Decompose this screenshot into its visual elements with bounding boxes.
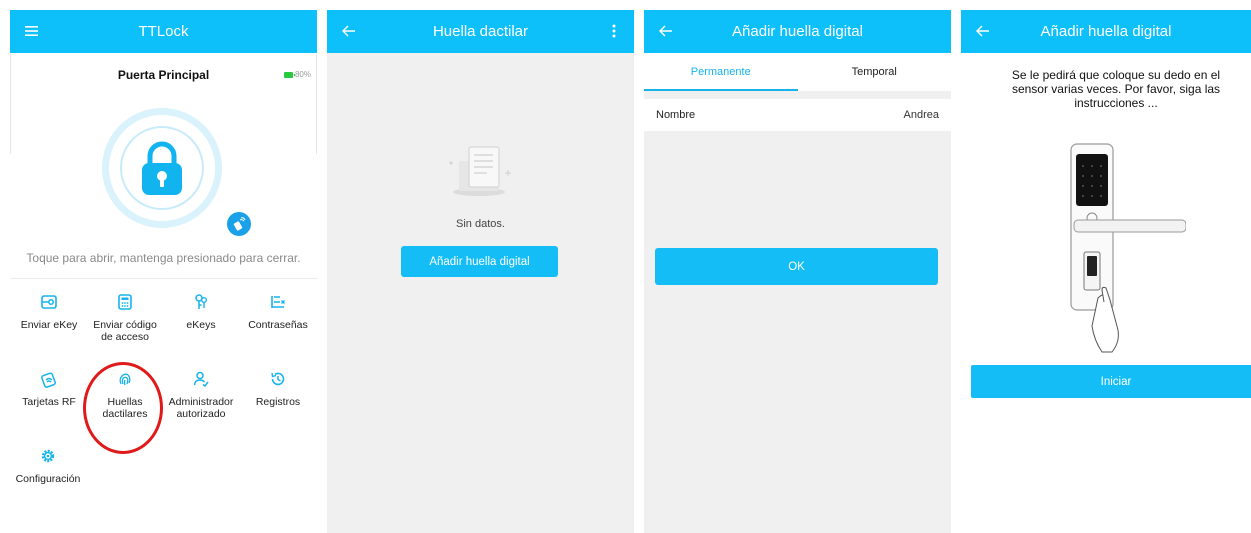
menu-passcodes-label: Contraseñas xyxy=(248,319,308,331)
fingerprint-instructions-screen: Añadir huella digital Se le pedirá que c… xyxy=(961,10,1251,533)
instructions-title: Añadir huella digital xyxy=(1040,23,1172,40)
name-value[interactable]: Andrea xyxy=(904,109,939,121)
menu-records[interactable]: Registros xyxy=(240,370,316,408)
more-vertical-icon[interactable] xyxy=(604,21,624,41)
menu-send-ekey-label: Enviar eKey xyxy=(20,319,78,331)
home-app-bar: TTLock xyxy=(10,10,317,53)
name-field[interactable]: Nombre Andrea xyxy=(644,99,951,131)
back-arrow-icon[interactable] xyxy=(339,21,359,41)
door-lock-illustration xyxy=(1070,143,1186,353)
menu-rf-cards-label: Tarjetas RF xyxy=(22,396,76,408)
lock-name: Puerta Principal xyxy=(117,68,210,82)
password-list-icon xyxy=(271,296,285,308)
fingerprint-list-screen: Huella dactilar Sin datos. Añadir huella… xyxy=(327,10,634,533)
unlock-hint: Toque para abrir, mantenga presionado pa… xyxy=(26,251,301,265)
empty-document-icon xyxy=(449,146,511,196)
name-label: Nombre xyxy=(656,109,696,121)
battery-icon xyxy=(283,71,295,78)
battery-level: 80% xyxy=(294,70,311,79)
menu-authorized-admin[interactable]: Administrador autorizado xyxy=(163,370,239,420)
menu-authorized-admin-label: Administrador autorizado xyxy=(168,396,234,420)
settings-gear-icon xyxy=(41,449,55,463)
tab-permanent[interactable]: Permanente xyxy=(644,53,798,91)
padlock-icon xyxy=(142,141,182,195)
menu-settings[interactable]: Configuración xyxy=(10,447,86,485)
keys-icon xyxy=(195,294,207,309)
fingerprint-list-app-bar: Huella dactilar xyxy=(327,10,634,53)
menu-records-label: Registros xyxy=(255,396,301,408)
menu-send-passcode-label: Enviar código de acceso xyxy=(93,319,157,343)
menu-passcodes[interactable]: Contraseñas xyxy=(240,293,316,331)
ok-button[interactable]: OK xyxy=(655,248,938,285)
tab-temporary[interactable]: Temporal xyxy=(798,53,952,91)
remote-key-icon xyxy=(233,217,246,231)
start-button[interactable]: Iniciar xyxy=(971,365,1251,398)
fingerprint-list-title: Huella dactilar xyxy=(432,23,529,40)
menu-settings-label: Configuración xyxy=(15,473,81,485)
validity-tabs: Permanente Temporal xyxy=(644,53,951,91)
hamburger-menu-icon[interactable] xyxy=(22,21,42,41)
divider xyxy=(10,278,317,279)
menu-ekeys[interactable]: eKeys xyxy=(163,293,239,331)
instructions-app-bar: Añadir huella digital xyxy=(961,10,1251,53)
unlock-button[interactable] xyxy=(102,108,222,228)
rf-card-icon xyxy=(41,372,56,388)
add-fingerprint-button[interactable]: Añadir huella digital xyxy=(401,246,558,277)
keypad-icon xyxy=(118,294,132,310)
add-fingerprint-screen: Añadir huella digital Permanente Tempora… xyxy=(644,10,951,533)
menu-send-passcode[interactable]: Enviar código de acceso xyxy=(87,293,163,343)
instructions-text: Se le pedirá que coloque su dedo en el s… xyxy=(1011,68,1221,110)
menu-rf-cards[interactable]: Tarjetas RF xyxy=(11,370,87,408)
history-icon xyxy=(271,372,285,386)
lock-dial xyxy=(120,126,204,210)
home-title: TTLock xyxy=(138,23,189,40)
remote-unlock-button[interactable] xyxy=(227,212,251,236)
admin-user-icon xyxy=(193,371,209,388)
battery-indicator: 80% xyxy=(283,70,311,79)
menu-send-ekey[interactable]: Enviar eKey xyxy=(11,293,87,331)
back-arrow-icon[interactable] xyxy=(656,21,676,41)
home-screen: TTLock Puerta Principal 80% Toque para a… xyxy=(10,10,317,533)
add-fingerprint-app-bar: Añadir huella digital xyxy=(644,10,951,53)
empty-state-text: Sin datos. xyxy=(456,218,505,230)
menu-ekeys-label: eKeys xyxy=(186,319,216,331)
ekey-send-icon xyxy=(41,295,57,309)
add-fingerprint-title: Añadir huella digital xyxy=(732,23,863,40)
fingerprint-highlight-circle xyxy=(83,362,163,454)
back-arrow-icon[interactable] xyxy=(973,21,993,41)
